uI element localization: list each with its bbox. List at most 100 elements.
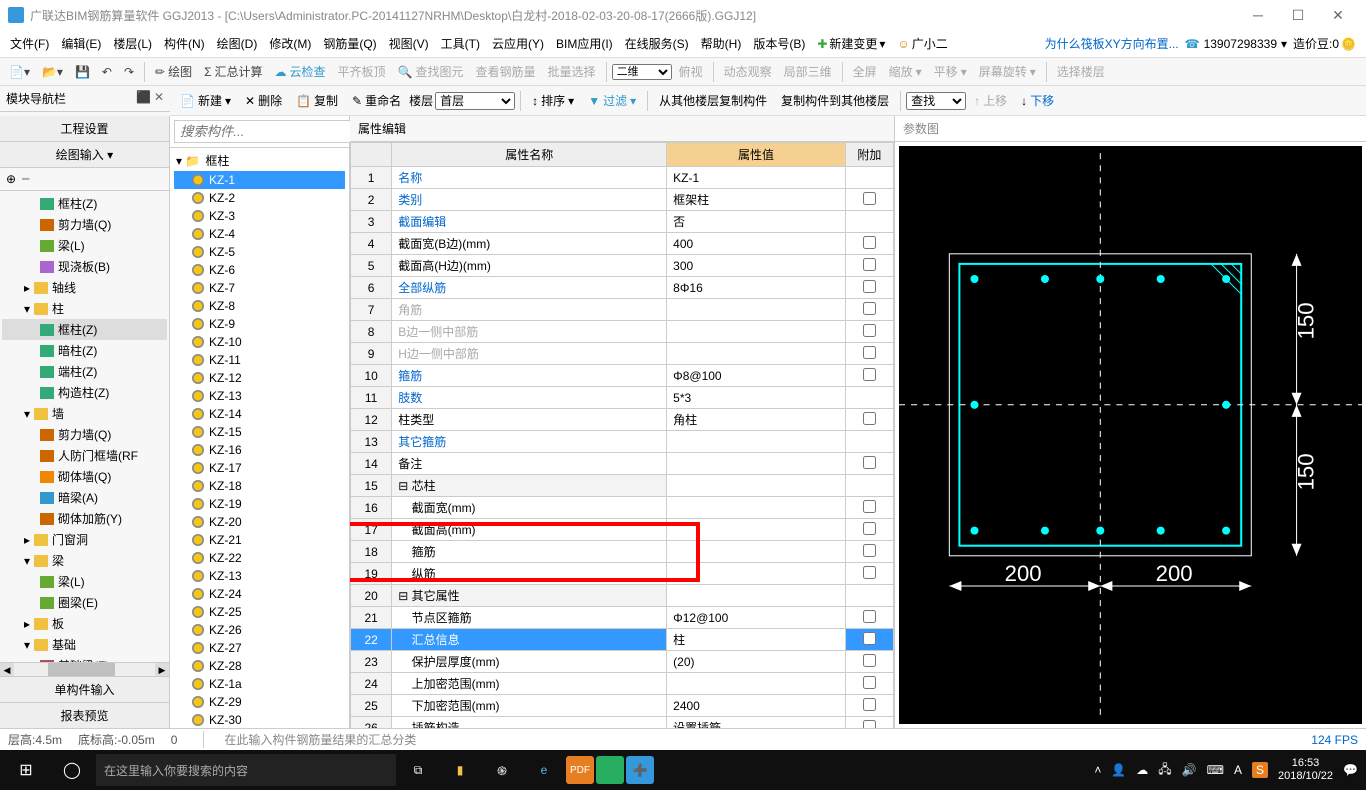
tree-item[interactable]: ▾基础 (2, 634, 167, 655)
find-element-button[interactable]: 🔍查找图元 (393, 60, 469, 83)
comp-item[interactable]: KZ-15 (174, 423, 345, 441)
new-file-icon[interactable]: 📄▾ (4, 62, 35, 82)
taskbar-search[interactable]: 在这里输入你要搜索的内容 (96, 754, 396, 786)
app-blue-icon[interactable]: ➕ (626, 756, 654, 784)
pan-button[interactable]: 平移▾ (929, 60, 972, 83)
dimension-select[interactable]: 二维 (612, 64, 672, 80)
close-button[interactable]: ✕ (1318, 0, 1358, 30)
comp-item[interactable]: KZ-5 (174, 243, 345, 261)
section-draw-input[interactable]: 绘图输入 ▾ (0, 142, 169, 168)
tree-item[interactable]: 剪力墙(Q) (2, 424, 167, 445)
notification-icon[interactable]: 💬 (1343, 763, 1358, 777)
prop-value[interactable]: Φ12@100 (667, 607, 846, 629)
property-table[interactable]: 属性名称 属性值 附加 1名称KZ-12类别框架柱3截面编辑否4截面宽(B边)(… (350, 142, 894, 728)
property-row[interactable]: 1名称KZ-1 (351, 167, 894, 189)
tree-item[interactable]: ▸板 (2, 613, 167, 634)
property-row[interactable]: 2类别框架柱 (351, 189, 894, 211)
search-select[interactable]: 查找 (906, 92, 966, 110)
user-phone[interactable]: ☎13907298339▾ (1185, 37, 1287, 51)
property-row[interactable]: 23 保护层厚度(mm)(20) (351, 651, 894, 673)
menu-item[interactable]: 编辑(E) (55, 33, 107, 55)
property-row[interactable]: 8B边一侧中部筋 (351, 321, 894, 343)
prop-value[interactable]: 300 (667, 255, 846, 277)
start-button[interactable]: ⊞ (4, 750, 48, 790)
prop-value[interactable]: 设置插筋 (667, 717, 846, 729)
prop-value[interactable]: KZ-1 (667, 167, 846, 189)
floor-select[interactable]: 首层 (435, 92, 515, 110)
comp-item[interactable]: KZ-13 (174, 387, 345, 405)
comp-item[interactable]: KZ-17 (174, 459, 345, 477)
sort-button[interactable]: ↕排序▾ (526, 89, 580, 112)
component-tree[interactable]: ▾ 📁 框柱KZ-1KZ-2KZ-3KZ-4KZ-5KZ-6KZ-7KZ-8KZ… (170, 148, 349, 728)
extra-checkbox[interactable] (863, 324, 876, 337)
tray-network-icon[interactable]: 🖧 (1158, 760, 1171, 781)
view-rebar-button[interactable]: 查看钢筋量 (471, 60, 541, 83)
open-file-icon[interactable]: 📂▾ (37, 62, 68, 82)
property-row[interactable]: 4截面宽(B边)(mm)400 (351, 233, 894, 255)
extra-checkbox[interactable] (863, 522, 876, 535)
comp-item[interactable]: KZ-25 (174, 603, 345, 621)
local-3d-button[interactable]: 局部三维 (779, 60, 837, 83)
prop-value[interactable] (667, 519, 846, 541)
comp-item[interactable]: KZ-7 (174, 279, 345, 297)
copy-to-floor-button[interactable]: 复制构件到其他楼层 (775, 89, 895, 112)
property-row[interactable]: 18 箍筋 (351, 541, 894, 563)
save-icon[interactable]: 💾 (70, 62, 95, 82)
batch-select-button[interactable]: 批量选择 (543, 60, 601, 83)
comp-item[interactable]: KZ-12 (174, 369, 345, 387)
comp-item[interactable]: KZ-19 (174, 495, 345, 513)
new-component-button[interactable]: 📄新建▾ (174, 89, 237, 112)
property-row[interactable]: 7角筋 (351, 299, 894, 321)
comp-item[interactable]: KZ-1a (174, 675, 345, 693)
extra-checkbox[interactable] (863, 346, 876, 359)
redo-icon[interactable]: ↷ (119, 62, 139, 82)
copy-from-floor-button[interactable]: 从其他楼层复制构件 (653, 89, 773, 112)
property-row[interactable]: 17 截面高(mm) (351, 519, 894, 541)
rename-button[interactable]: ✎重命名 (346, 89, 407, 112)
tree-item[interactable]: 剪力墙(Q) (2, 214, 167, 235)
expand-icon[interactable]: ▾ (24, 302, 30, 316)
comp-item[interactable]: KZ-26 (174, 621, 345, 639)
level-top-button[interactable]: 平齐板顶 (333, 60, 391, 83)
prop-value[interactable]: 否 (667, 211, 846, 233)
prop-value[interactable]: 5*3 (667, 387, 846, 409)
expand-icon[interactable]: ▾ (24, 554, 30, 568)
extra-checkbox[interactable] (863, 412, 876, 425)
property-row[interactable]: 13其它箍筋 (351, 431, 894, 453)
tree-item[interactable]: 梁(L) (2, 571, 167, 592)
tray-cloud-icon[interactable]: ☁ (1136, 763, 1148, 777)
tree-mode-icon[interactable]: ⊕ (6, 172, 16, 186)
tree-item[interactable]: 构造柱(Z) (2, 382, 167, 403)
comp-item[interactable]: KZ-4 (174, 225, 345, 243)
menu-item[interactable]: 版本号(B) (747, 33, 811, 55)
prop-value[interactable] (667, 453, 846, 475)
expand-icon[interactable]: ▾ (24, 407, 30, 421)
property-row[interactable]: 20⊟ 其它属性 (351, 585, 894, 607)
comp-item[interactable]: KZ-30 (174, 711, 345, 728)
comp-item[interactable]: KZ-29 (174, 693, 345, 711)
tree-item[interactable]: 暗梁(A) (2, 487, 167, 508)
section-single-input[interactable]: 单构件输入 (0, 676, 169, 702)
menu-item[interactable]: 文件(F) (4, 33, 55, 55)
canvas-3d[interactable]: 150 150 200 200 (899, 146, 1362, 724)
tree-item[interactable]: 暗柱(Z) (2, 340, 167, 361)
expand-icon[interactable]: ▸ (24, 617, 30, 631)
taskbar-clock[interactable]: 16:53 2018/10/22 (1278, 757, 1333, 783)
comp-item[interactable]: KZ-1 (174, 171, 345, 189)
prop-value[interactable] (667, 497, 846, 519)
prop-value[interactable]: 2400 (667, 695, 846, 717)
menu-item[interactable]: 云应用(Y) (486, 33, 550, 55)
comp-item[interactable]: KZ-22 (174, 549, 345, 567)
list-mode-icon[interactable]: ━ (22, 172, 29, 186)
menu-item[interactable]: 钢筋量(Q) (317, 33, 382, 55)
menu-item[interactable]: 修改(M) (263, 33, 317, 55)
property-row[interactable]: 9H边一侧中部筋 (351, 343, 894, 365)
extra-checkbox[interactable] (863, 632, 876, 645)
section-report-preview[interactable]: 报表预览 (0, 702, 169, 728)
app-swirl-icon[interactable]: ֍ (482, 750, 522, 790)
prop-value[interactable] (667, 563, 846, 585)
tray-people-icon[interactable]: 👤 (1111, 763, 1126, 777)
prop-value[interactable]: 400 (667, 233, 846, 255)
extra-checkbox[interactable] (863, 610, 876, 623)
app-green-icon[interactable] (596, 756, 624, 784)
